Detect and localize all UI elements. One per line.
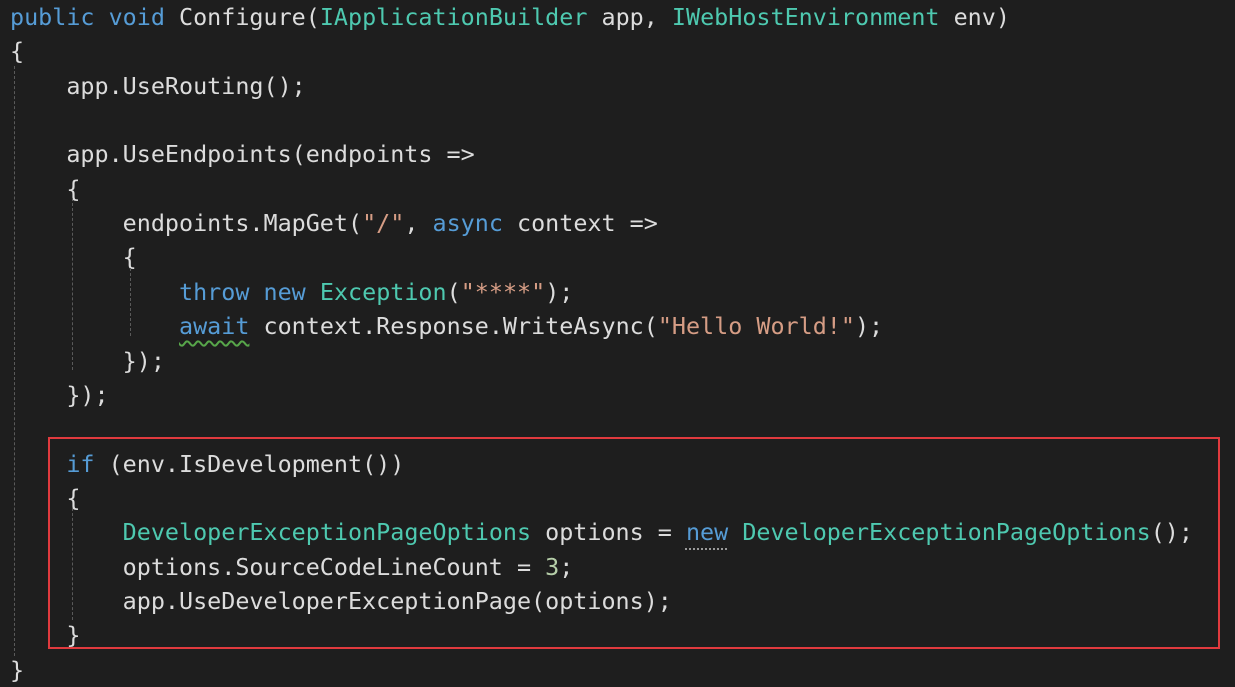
code-token-plain: );: [545, 277, 574, 306]
code-token-kw: async: [432, 209, 503, 238]
code-token-kw: new: [263, 277, 306, 306]
indent-guide: [14, 66, 15, 656]
code-token-plain: {: [10, 174, 81, 203]
highlight-box: [48, 437, 1220, 649]
code-token-plain: endpoints.MapGet(: [10, 209, 363, 238]
code-token-plain: app.UseEndpoints(endpoints =>: [10, 140, 475, 169]
code-token-plain: env): [939, 3, 1010, 31]
code-token-plain: );: [854, 312, 884, 341]
code-line: {: [10, 240, 137, 274]
code-token-kw: await: [179, 312, 250, 341]
code-line: }: [10, 653, 24, 687]
code-token-plain: });: [10, 346, 165, 375]
code-token-str: "/": [362, 209, 405, 238]
code-token-str: "Hello World!": [657, 312, 855, 341]
code-token-plain: }: [10, 655, 25, 684]
code-line: app.UseRouting();: [10, 69, 306, 103]
code-token-plain: Configure(: [164, 3, 320, 31]
code-line: });: [10, 378, 109, 412]
code-token-type: IWebHostEnvironment: [671, 3, 940, 31]
code-token-plain: });: [10, 380, 109, 409]
code-line: await context.Response.WriteAsync("Hello…: [10, 309, 883, 343]
code-line: app.UseEndpoints(endpoints =>: [10, 137, 475, 171]
code-token-plain: context =>: [502, 209, 658, 238]
code-token-plain: ,: [404, 209, 433, 238]
code-token-plain: {: [10, 37, 25, 66]
code-token-type: Exception: [319, 277, 447, 306]
code-token-type: IApplicationBuilder: [319, 3, 588, 31]
code-line: throw new Exception("****");: [10, 275, 573, 309]
code-token-kw: throw: [179, 277, 250, 306]
code-line: {: [10, 172, 80, 206]
code-token-plain: context.Response.WriteAsync(: [249, 312, 658, 341]
code-token-kw: void: [108, 3, 165, 31]
code-token-plain: app.UseRouting();: [10, 71, 306, 100]
code-token-plain: {: [10, 243, 137, 272]
indent-guide: [72, 198, 73, 370]
indent-guide: [130, 268, 131, 336]
code-line: });: [10, 344, 165, 378]
code-token-plain: app,: [587, 3, 672, 31]
code-line: {: [10, 34, 24, 68]
code-token-str: "****": [460, 277, 546, 306]
code-line: endpoints.MapGet("/", async context =>: [10, 206, 658, 240]
code-editor[interactable]: public void Configure(IApplicationBuilde…: [0, 0, 1235, 685]
code-token-plain: (: [446, 277, 461, 306]
code-token-kw: public: [10, 3, 95, 31]
code-line: public void Configure(IApplicationBuilde…: [10, 0, 1010, 34]
